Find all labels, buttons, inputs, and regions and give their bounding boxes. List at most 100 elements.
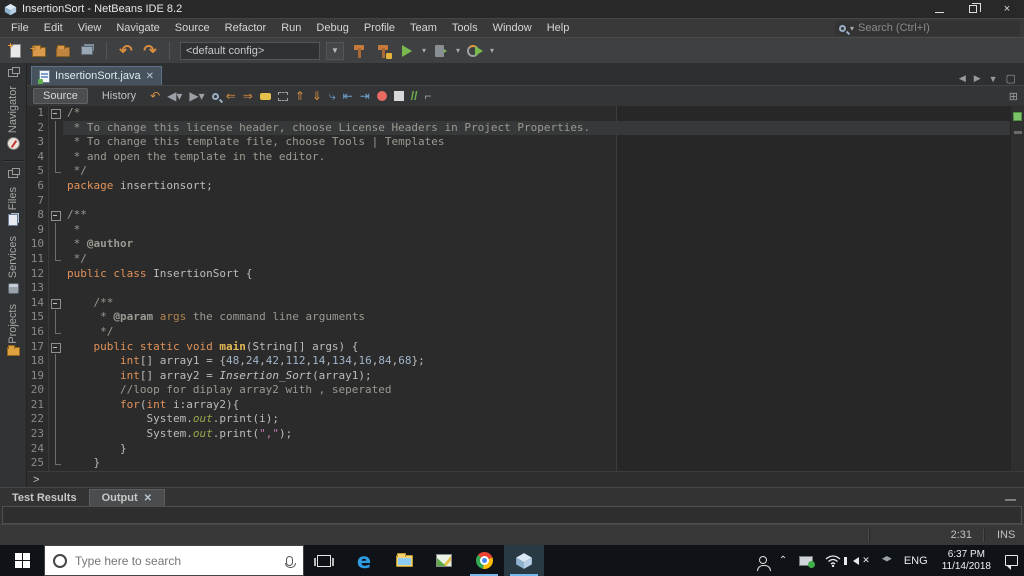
file-explorer-button[interactable]: [384, 545, 424, 576]
dock-window-icon[interactable]: [8, 67, 20, 77]
code-line[interactable]: 3 * To change this template file, choose…: [27, 135, 1010, 150]
save-all-button[interactable]: [78, 42, 96, 60]
code-text[interactable]: for(int i:array2){: [63, 398, 1010, 413]
jump-forward-icon[interactable]: ▶▾: [189, 90, 204, 102]
output-console[interactable]: [2, 506, 1022, 524]
code-text[interactable]: /*: [63, 106, 1010, 121]
code-text[interactable]: * and open the template in the editor.: [63, 150, 1010, 165]
netbeans-button[interactable]: [504, 545, 544, 576]
tab-output[interactable]: Output ✕: [88, 489, 166, 506]
previous-occurrence-icon[interactable]: ⇐: [226, 90, 236, 102]
code-lines[interactable]: 1/* 2 * To change this license header, ch…: [27, 106, 1010, 471]
uncomment-icon[interactable]: ⌐: [424, 90, 431, 102]
menu-source[interactable]: Source: [168, 20, 217, 36]
code-line[interactable]: 7: [27, 193, 1010, 209]
code-text[interactable]: */: [63, 252, 1010, 267]
menu-file[interactable]: File: [4, 20, 36, 36]
code-line[interactable]: 6 package insertionsort;: [27, 178, 1010, 194]
code-text[interactable]: * @author: [63, 237, 1010, 252]
toggle-highlight-icon[interactable]: [259, 92, 271, 100]
code-line[interactable]: 17 public static void main(String[] args…: [27, 339, 1010, 355]
fold-toggle-icon[interactable]: [49, 295, 63, 311]
next-bookmark-icon[interactable]: ⤷: [329, 90, 336, 102]
fold-toggle-icon[interactable]: [49, 208, 63, 223]
code-line[interactable]: 1 /*: [27, 106, 1010, 121]
code-line[interactable]: 14 /**: [27, 295, 1010, 311]
comment-icon[interactable]: //: [411, 90, 418, 102]
code-line[interactable]: 24 }: [27, 441, 1010, 457]
code-line[interactable]: 22 System.out.print(i);: [27, 412, 1010, 428]
code-text[interactable]: }: [63, 456, 1010, 471]
microphone-icon[interactable]: [285, 555, 296, 568]
profile-project-button[interactable]: [466, 42, 484, 60]
menu-tools[interactable]: Tools: [445, 20, 485, 36]
sidebar-tab-projects[interactable]: Projects: [6, 300, 20, 361]
fold-toggle-icon[interactable]: [49, 106, 63, 121]
new-project-button[interactable]: +: [30, 42, 48, 60]
debug-project-button[interactable]: [432, 42, 450, 60]
build-project-button[interactable]: [350, 42, 368, 60]
code-text[interactable]: int[] array2 = Insertion_Sort(array1);: [63, 369, 1010, 384]
tab-test-results[interactable]: Test Results: [0, 490, 89, 506]
menu-help[interactable]: Help: [540, 20, 577, 36]
menu-run[interactable]: Run: [274, 20, 308, 36]
code-line[interactable]: 5 */: [27, 164, 1010, 179]
tab-close-icon[interactable]: ✕: [144, 493, 152, 504]
scroll-tabs-left-icon[interactable]: ◀: [959, 73, 966, 84]
move-down-icon[interactable]: ⇓: [312, 90, 322, 102]
code-text[interactable]: */: [63, 325, 1010, 340]
code-text[interactable]: /**: [63, 296, 1010, 311]
sidebar-tab-services[interactable]: Services: [7, 232, 19, 297]
code-text[interactable]: System.out.print(",");: [63, 427, 1010, 442]
code-text[interactable]: * @param args the command line arguments: [63, 310, 1010, 325]
minimize-panel-button[interactable]: —: [1005, 494, 1024, 506]
menu-navigate[interactable]: Navigate: [109, 20, 166, 36]
code-text[interactable]: public static void main(String[] args) {: [63, 340, 1010, 355]
menu-team[interactable]: Team: [403, 20, 444, 36]
code-line[interactable]: 20 //loop for diplay array2 with , seper…: [27, 383, 1010, 398]
run-dropdown-icon[interactable]: ▾: [422, 46, 426, 55]
move-up-icon[interactable]: ⇑: [295, 90, 305, 102]
undo-button[interactable]: ↶: [117, 42, 135, 60]
search-dropdown-icon[interactable]: ▾: [850, 24, 854, 33]
taskbar-search[interactable]: [44, 545, 304, 576]
code-line[interactable]: 13: [27, 281, 1010, 296]
code-line[interactable]: 8 /**: [27, 208, 1010, 223]
history-view-button[interactable]: History: [95, 89, 143, 103]
code-line[interactable]: 21 for(int i:array2){: [27, 397, 1010, 413]
dropbox-button[interactable]: [876, 545, 898, 576]
start-button[interactable]: [0, 545, 44, 576]
redo-button[interactable]: ↷: [141, 42, 159, 60]
ide-search-box[interactable]: ▾ Search (Ctrl+I): [835, 20, 1020, 36]
jump-back-icon[interactable]: ◀▾: [167, 90, 182, 102]
last-edit-location-icon[interactable]: ↶: [150, 90, 160, 102]
config-select[interactable]: <default config>: [180, 41, 320, 60]
open-project-button[interactable]: [54, 42, 72, 60]
code-text[interactable]: }: [63, 442, 1010, 457]
menu-debug[interactable]: Debug: [309, 20, 355, 36]
edge-button[interactable]: e: [344, 545, 384, 576]
code-text[interactable]: public class InsertionSort {: [63, 267, 1010, 282]
dock-window-icon[interactable]: [8, 168, 20, 179]
menu-profile[interactable]: Profile: [357, 20, 402, 36]
close-button[interactable]: ×: [990, 0, 1024, 18]
code-line[interactable]: 18 int[] array1 = {48,24,42,112,14,134,1…: [27, 354, 1010, 369]
code-editor[interactable]: 1/* 2 * To change this license header, ch…: [27, 106, 1024, 471]
restore-button[interactable]: [956, 0, 990, 18]
scroll-tabs-right-icon[interactable]: ▶: [974, 73, 981, 84]
code-line[interactable]: 23 System.out.print(",");: [27, 427, 1010, 442]
code-line[interactable]: 15 * @param args the command line argume…: [27, 310, 1010, 325]
code-text[interactable]: * To change this template file, choose T…: [63, 135, 1010, 150]
code-line[interactable]: 9 *: [27, 222, 1010, 238]
menu-edit[interactable]: Edit: [37, 20, 70, 36]
vm-tray-button[interactable]: [793, 545, 819, 576]
photo-app-button[interactable]: [424, 545, 464, 576]
run-project-button[interactable]: [398, 42, 416, 60]
record-macro-icon[interactable]: [376, 91, 387, 101]
maximize-editor-icon[interactable]: ▢: [1006, 72, 1016, 85]
code-text[interactable]: * To change this license header, choose …: [63, 120, 1010, 136]
menu-refactor[interactable]: Refactor: [218, 20, 274, 36]
stop-macro-icon[interactable]: [393, 91, 404, 101]
code-text[interactable]: int[] array1 = {48,24,42,112,14,134,16,8…: [63, 354, 1010, 369]
fold-toggle-icon[interactable]: [49, 339, 63, 355]
